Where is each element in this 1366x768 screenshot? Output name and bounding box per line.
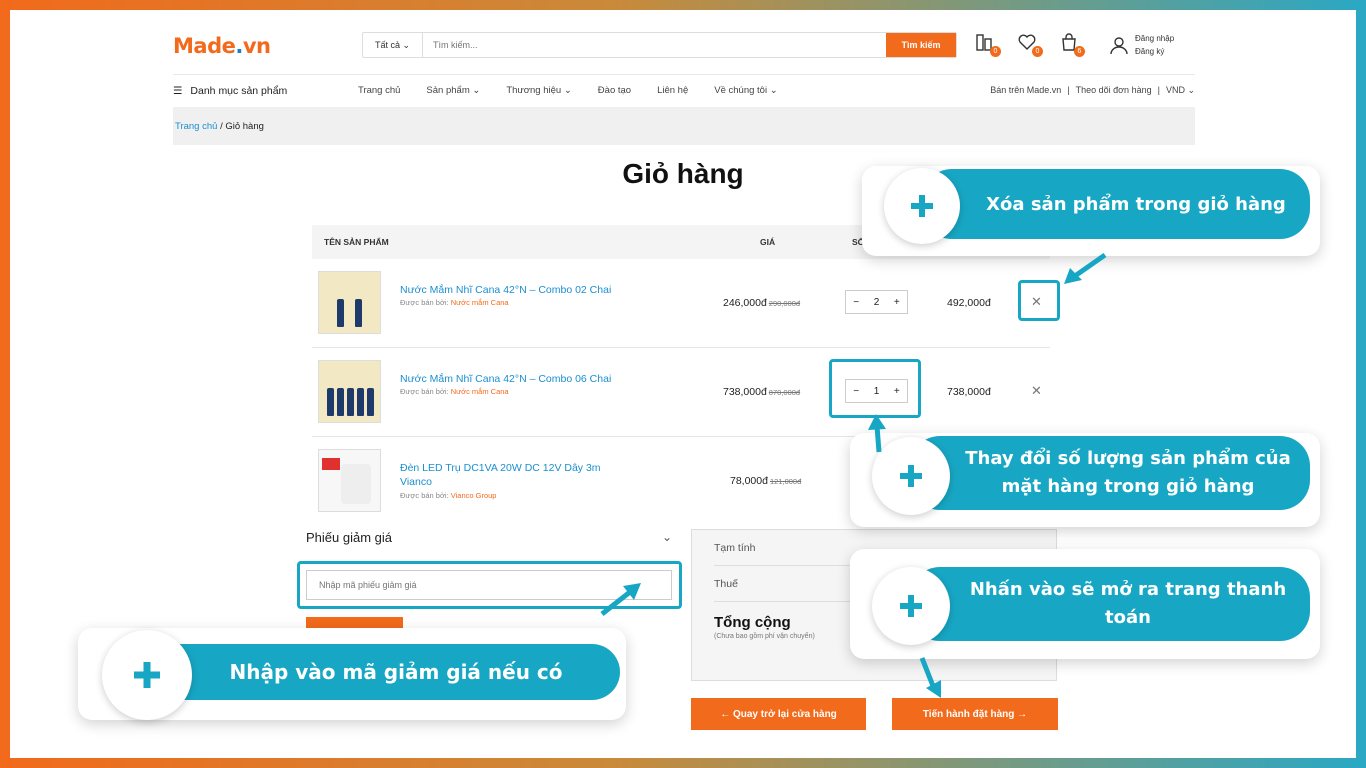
arrow-icon xyxy=(919,657,941,698)
back-to-shop-button[interactable]: ← Quay trở lại cửa hàng xyxy=(691,698,866,730)
arrow-icon xyxy=(868,414,886,453)
product-thumbnail[interactable] xyxy=(318,271,381,334)
category-menu-button[interactable]: ☰ Danh mục sản phẩm xyxy=(173,85,358,97)
callout-quantity: Thay đổi số lượng sản phẩm của mặt hàng … xyxy=(850,433,1320,527)
quantity-highlight xyxy=(829,359,921,418)
register-link[interactable]: Đăng ký xyxy=(1135,45,1174,58)
nav-about[interactable]: Về chúng tôi ⌄ xyxy=(714,85,777,96)
chevron-down-icon[interactable]: ⌄ xyxy=(662,530,672,544)
plus-icon xyxy=(872,567,950,645)
product-name[interactable]: Đèn LED Trụ DC1VA 20W DC 12V Dây 3m Vian… xyxy=(400,461,610,489)
table-row: Nước Mắm Nhĩ Cana 42°N – Combo 02 Chai Đ… xyxy=(312,259,1050,348)
breadcrumb: Trang chủ / Giỏ hàng xyxy=(173,107,1195,145)
seller-link[interactable]: Vianco Group xyxy=(451,491,497,500)
nav-brands[interactable]: Thương hiệu ⌄ xyxy=(506,85,571,96)
header-icons: 0 0 6 xyxy=(975,32,1085,57)
track-order-link[interactable]: Theo dõi đơn hàng xyxy=(1076,85,1152,96)
seller-link[interactable]: Nước mắm Cana xyxy=(451,298,509,307)
quantity-value[interactable]: 2 xyxy=(874,297,880,308)
main-nav: ☰ Danh mục sản phẩm Trang chủ Sản phẩm ⌄ … xyxy=(173,74,1195,106)
coupon-title[interactable]: Phiếu giảm giá xyxy=(306,530,676,545)
remove-item-button[interactable]: ✕ xyxy=(1031,383,1042,399)
product-thumbnail[interactable] xyxy=(318,360,381,423)
coupon-section: Phiếu giảm giá ⌄ xyxy=(306,530,676,633)
product-name[interactable]: Nước Mắm Nhĩ Cana 42°N – Combo 02 Chai xyxy=(400,283,630,297)
search-button[interactable]: Tìm kiếm xyxy=(886,33,956,57)
plus-icon xyxy=(884,168,960,244)
account-menu[interactable]: Đăng nhập Đăng ký xyxy=(1109,32,1174,58)
breadcrumb-current: Giỏ hàng xyxy=(225,120,264,132)
table-row: Nước Mắm Nhĩ Cana 42°N – Combo 06 Chai Đ… xyxy=(312,348,1050,437)
callout-delete: Xóa sản phẩm trong giỏ hàng xyxy=(862,166,1320,256)
nav-home[interactable]: Trang chủ xyxy=(358,85,400,96)
search-input[interactable] xyxy=(423,33,886,57)
row-subtotal: 492,000đ xyxy=(947,297,991,309)
callout-checkout: Nhấn vào sẽ mở ra trang thanh toán xyxy=(850,549,1320,659)
wishlist-count: 0 xyxy=(1032,46,1043,57)
arrow-icon xyxy=(600,583,641,616)
compare-icon[interactable]: 0 xyxy=(975,32,1001,57)
user-icon xyxy=(1110,37,1128,55)
minus-button[interactable]: − xyxy=(853,297,859,308)
nav-products[interactable]: Sản phẩm ⌄ xyxy=(426,85,480,96)
nav-contact[interactable]: Liên hệ xyxy=(657,85,688,96)
compare-count: 0 xyxy=(990,46,1001,57)
product-name[interactable]: Nước Mắm Nhĩ Cana 42°N – Combo 06 Chai xyxy=(400,372,630,386)
currency-select[interactable]: VND ⌄ xyxy=(1166,85,1195,96)
arrow-icon xyxy=(1064,252,1107,284)
breadcrumb-home[interactable]: Trang chủ xyxy=(175,121,217,132)
product-price: 246,000đ 290,000đ xyxy=(723,297,801,309)
product-price: 738,000đ 870,000đ xyxy=(723,386,801,398)
product-price: 78,000đ 121,000đ xyxy=(730,475,802,487)
callout-coupon: Nhập vào mã giảm giá nếu có xyxy=(78,628,626,720)
wishlist-icon[interactable]: 0 xyxy=(1017,32,1043,57)
plus-button[interactable]: + xyxy=(894,297,900,308)
nav-training[interactable]: Đào tạo xyxy=(598,85,631,96)
seller-link[interactable]: Nước mắm Cana xyxy=(451,387,509,396)
cart-count: 6 xyxy=(1074,46,1085,57)
chevron-down-icon: ⌄ xyxy=(402,39,411,50)
product-thumbnail[interactable] xyxy=(318,449,381,512)
row-subtotal: 738,000đ xyxy=(947,386,991,398)
close-icon: ✕ xyxy=(1031,383,1042,398)
delete-highlight xyxy=(1018,280,1060,321)
search-bar: Tất cả ⌄ Tìm kiếm xyxy=(362,32,957,58)
site-header: Made.vn Tất cả ⌄ Tìm kiếm 0 0 6 Đăng nhậ… xyxy=(173,28,1195,68)
plus-icon xyxy=(102,630,192,720)
cart-icon[interactable]: 6 xyxy=(1059,32,1085,57)
hamburger-icon: ☰ xyxy=(173,84,183,97)
sell-link[interactable]: Bán trên Made.vn xyxy=(990,85,1061,96)
checkout-button[interactable]: Tiến hành đặt hàng → xyxy=(892,698,1058,730)
login-link[interactable]: Đăng nhập xyxy=(1135,32,1174,45)
category-select[interactable]: Tất cả ⌄ xyxy=(363,33,423,57)
quantity-stepper[interactable]: − 2 + xyxy=(845,290,908,314)
site-logo[interactable]: Made.vn xyxy=(173,34,271,58)
